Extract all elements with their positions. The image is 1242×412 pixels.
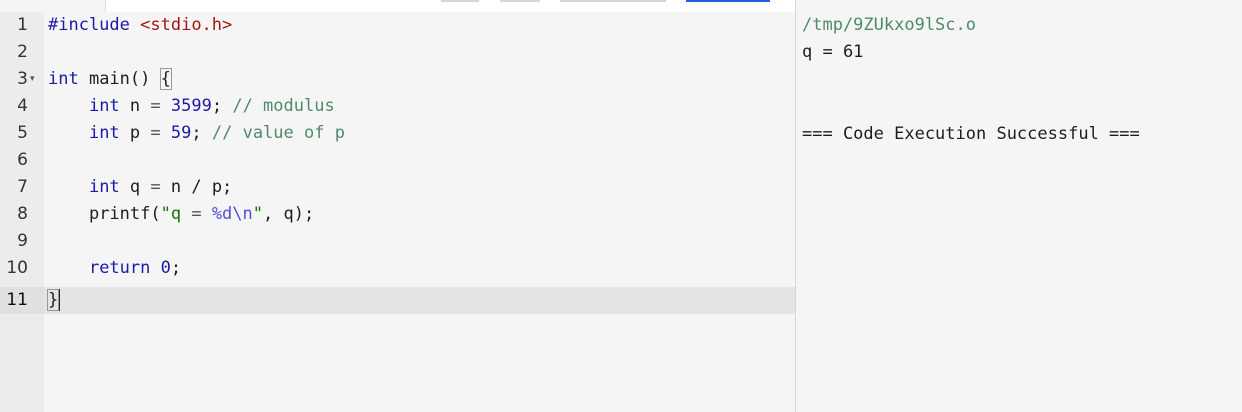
code-line-8[interactable]: printf("q = %d\n", q); bbox=[48, 201, 314, 228]
matched-brace: } bbox=[46, 289, 60, 311]
preprocessor-directive: #include bbox=[48, 15, 130, 35]
string-literal: " bbox=[252, 204, 264, 224]
code-line-5[interactable]: int p = 59; // value of p bbox=[48, 120, 345, 147]
line-number: 7 bbox=[17, 177, 28, 197]
keyword: return bbox=[88, 258, 151, 278]
line-number: 2 bbox=[17, 42, 28, 62]
semicolon: ; bbox=[211, 96, 223, 116]
code-line-11[interactable]: } bbox=[46, 287, 61, 314]
run-button[interactable] bbox=[686, 0, 770, 2]
output-file-path: /tmp/9ZUkxo9lSc.o bbox=[802, 15, 976, 35]
comment: // value of p bbox=[211, 123, 345, 143]
number-literal: 0 bbox=[150, 258, 171, 278]
toolbar-button[interactable] bbox=[500, 0, 540, 2]
format-specifier: %d\n bbox=[201, 204, 253, 224]
execution-status: === Code Execution Successful === bbox=[802, 124, 1140, 144]
line-number: 10 bbox=[6, 258, 28, 278]
comment: // modulus bbox=[232, 96, 335, 116]
line-number-gutter: 1 2 3 ▾ 4 5 6 7 8 9 10 11 bbox=[0, 12, 44, 412]
operator: = bbox=[191, 204, 202, 224]
code-line-10[interactable]: return 0; bbox=[48, 255, 181, 282]
line-number: 1 bbox=[17, 15, 28, 35]
keyword: int bbox=[88, 177, 120, 197]
line-number: 4 bbox=[17, 96, 28, 116]
number-literal: 59 bbox=[170, 123, 192, 143]
function-call: printf( bbox=[88, 204, 161, 224]
code-editor[interactable]: #include <stdio.h> int main() { int n = … bbox=[44, 12, 795, 412]
language-select[interactable] bbox=[560, 0, 666, 2]
keyword: int bbox=[48, 69, 79, 89]
operator: = bbox=[150, 177, 161, 197]
keyword: int bbox=[88, 96, 120, 116]
line-number: 5 bbox=[17, 123, 28, 143]
editor-toolbar bbox=[0, 0, 795, 12]
identifier: p bbox=[119, 123, 151, 143]
code-line-4[interactable]: int n = 3599; // modulus bbox=[48, 93, 335, 120]
line-number: 3 bbox=[17, 69, 28, 89]
code-line-3[interactable]: int main() { bbox=[48, 66, 172, 93]
line-number: 6 bbox=[17, 150, 28, 170]
program-output: q = 61 bbox=[802, 42, 864, 62]
semicolon: ; bbox=[191, 123, 202, 143]
expression: n / p; bbox=[160, 177, 233, 197]
operator: = bbox=[150, 96, 161, 116]
toolbar-button[interactable] bbox=[441, 0, 479, 2]
matched-brace: { bbox=[159, 68, 172, 90]
identifier: q bbox=[119, 177, 151, 197]
keyword: int bbox=[88, 123, 120, 143]
output-panel: /tmp/9ZUkxo9lSc.o q = 61 === Code Execut… bbox=[796, 0, 1242, 412]
line-number: 9 bbox=[17, 231, 28, 251]
operator: = bbox=[150, 123, 161, 143]
active-line-highlight bbox=[44, 287, 795, 314]
call-arguments: , q); bbox=[263, 204, 315, 224]
code-line-7[interactable]: int q = n / p; bbox=[48, 174, 232, 201]
function-signature: main() bbox=[78, 69, 161, 89]
text-cursor bbox=[59, 289, 61, 311]
number-literal: 3599 bbox=[170, 96, 212, 116]
line-number: 11 bbox=[6, 290, 28, 310]
line-number: 8 bbox=[17, 204, 28, 224]
header-name: <stdio.h> bbox=[140, 15, 233, 35]
code-line-1[interactable]: #include <stdio.h> bbox=[48, 12, 232, 39]
semicolon: ; bbox=[170, 258, 182, 278]
string-literal: "q bbox=[160, 204, 192, 224]
fold-toggle-icon[interactable]: ▾ bbox=[30, 66, 35, 93]
identifier: n bbox=[119, 96, 151, 116]
